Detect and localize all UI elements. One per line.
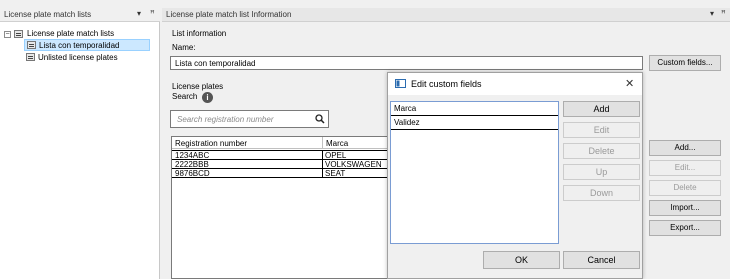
ok-button[interactable]: OK xyxy=(483,251,560,269)
search-label: Search xyxy=(172,92,198,101)
dialog-edit-button[interactable]: Edit xyxy=(563,122,640,138)
tree-item-lista-con-temporalidad[interactable]: Lista con temporalidad xyxy=(24,39,150,51)
tree-collapse-icon[interactable]: − xyxy=(4,31,11,38)
export-button[interactable]: Export... xyxy=(649,220,721,236)
match-lists-panel: License plate match lists ▾ ꟸ − License … xyxy=(0,8,160,279)
edit-plate-button[interactable]: Edit... xyxy=(649,160,721,176)
panel-dropdown-icon[interactable]: ▾ xyxy=(710,9,714,18)
column-divider xyxy=(322,137,323,149)
dialog-add-button[interactable]: Add xyxy=(563,101,640,117)
tree-item-label: Lista con temporalidad xyxy=(39,41,120,50)
panel-title: License plate match list Information xyxy=(166,10,292,19)
marca-cell: SEAT xyxy=(322,169,392,178)
delete-plate-button[interactable]: Delete xyxy=(649,180,721,196)
list-icon xyxy=(27,41,36,49)
dialog-down-button[interactable]: Down xyxy=(563,185,640,201)
dialog-up-button[interactable]: Up xyxy=(563,164,640,180)
name-value: Lista con temporalidad xyxy=(175,59,256,68)
search-input[interactable]: Search registration number xyxy=(170,110,329,128)
custom-fields-button[interactable]: Custom fields... xyxy=(649,55,721,71)
window-app-icon xyxy=(395,79,406,88)
list-icon xyxy=(26,53,35,61)
add-plate-button[interactable]: Add... xyxy=(649,140,721,156)
name-field[interactable]: Lista con temporalidad xyxy=(170,56,643,70)
search-icon[interactable] xyxy=(315,114,325,124)
column-header-registration[interactable]: Registration number xyxy=(175,139,325,148)
cancel-button[interactable]: Cancel xyxy=(563,251,640,269)
close-icon[interactable]: ✕ xyxy=(625,77,634,90)
import-button[interactable]: Import... xyxy=(649,200,721,216)
dialog-titlebar: Edit custom fields ✕ xyxy=(388,73,642,95)
tree-root-label[interactable]: License plate match lists xyxy=(27,29,114,38)
list-folder-icon xyxy=(14,30,23,38)
license-plates-label: License plates xyxy=(172,82,224,91)
panel-title: License plate match lists xyxy=(4,10,92,19)
pin-icon[interactable]: ꟸ xyxy=(150,9,155,18)
name-label: Name: xyxy=(172,43,196,52)
dialog-title: Edit custom fields xyxy=(411,79,482,89)
list-information-label: List information xyxy=(172,29,227,38)
tree-item-unlisted-plates[interactable]: Unlisted license plates xyxy=(24,52,154,64)
panel-dropdown-icon[interactable]: ▾ xyxy=(137,9,141,18)
pin-icon[interactable]: ꟸ xyxy=(721,9,726,18)
list-information-header: License plate match list Information ▾ ꟸ xyxy=(162,8,730,22)
search-placeholder: Search registration number xyxy=(177,115,274,124)
edit-custom-fields-dialog: Edit custom fields ✕ Marca Validez Add E… xyxy=(387,72,643,279)
dialog-delete-button[interactable]: Delete xyxy=(563,143,640,159)
match-lists-panel-header: License plate match lists ▾ ꟸ xyxy=(0,8,160,22)
info-icon[interactable]: i xyxy=(202,92,213,103)
list-item-marca[interactable]: Marca xyxy=(391,102,558,116)
registration-cell: 9876BCD xyxy=(175,169,210,178)
list-item-validez[interactable]: Validez xyxy=(391,116,558,130)
tree-item-label: Unlisted license plates xyxy=(38,53,118,62)
custom-fields-list[interactable]: Marca Validez xyxy=(390,101,559,244)
